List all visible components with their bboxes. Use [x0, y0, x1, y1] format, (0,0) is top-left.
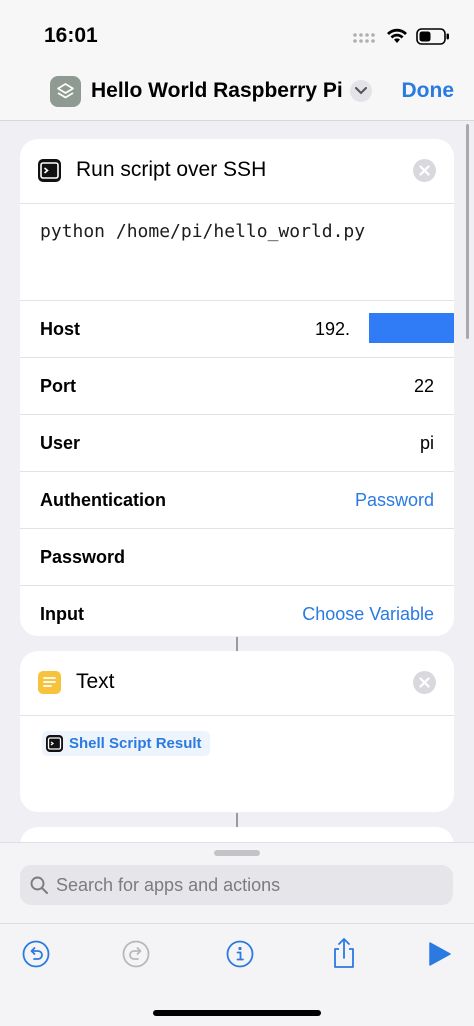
sheet-grabber[interactable] [214, 850, 260, 856]
search-icon [30, 876, 48, 894]
battery-icon [416, 28, 449, 45]
chevron-down-icon [355, 87, 367, 95]
redaction-block [369, 313, 454, 343]
undo-icon[interactable] [22, 940, 50, 968]
field-row-authentication[interactable]: Authentication Password [20, 472, 454, 529]
wifi-icon [387, 28, 407, 43]
status-time: 16:01 [44, 24, 98, 47]
variable-token[interactable]: Shell Script Result [42, 731, 210, 756]
cellular-signal-icon [353, 33, 375, 43]
choose-variable-button[interactable]: Choose Variable [302, 604, 434, 625]
action-header: Text [20, 651, 454, 716]
play-icon[interactable] [426, 941, 454, 969]
home-indicator [153, 1010, 321, 1016]
scroll-indicator[interactable] [466, 124, 469, 339]
title-menu-button[interactable] [350, 80, 372, 102]
field-label: Authentication [40, 490, 166, 510]
user-value[interactable]: pi [420, 433, 434, 454]
editor-toolbar [0, 923, 474, 984]
remove-action-button[interactable] [413, 671, 436, 694]
text-editor[interactable]: Shell Script Result [20, 716, 454, 812]
text-action-card[interactable]: Text Shell Script Result [20, 651, 454, 812]
shortcut-title[interactable]: Hello World Raspberry Pi [91, 79, 343, 103]
close-icon [419, 165, 430, 176]
action-header: Run script over SSH [20, 139, 454, 204]
script-editor[interactable]: python /home/pi/hello_world.py [20, 204, 454, 301]
terminal-icon [38, 159, 61, 182]
field-label: User [40, 433, 81, 453]
field-label: Port [40, 376, 76, 396]
terminal-icon [46, 735, 63, 752]
info-icon[interactable] [226, 940, 254, 968]
field-row-port[interactable]: Port 22 [20, 358, 454, 415]
ssh-action-card[interactable]: Run script over SSH python /home/pi/hell… [20, 139, 454, 636]
field-label: Input [40, 604, 84, 624]
redo-icon[interactable] [122, 940, 150, 968]
close-icon [419, 677, 430, 688]
search-placeholder: Search for apps and actions [56, 875, 281, 895]
authentication-value[interactable]: Password [355, 490, 434, 511]
navigation-bar: Hello World Raspberry Pi Done [0, 70, 474, 121]
done-button[interactable]: Done [402, 79, 455, 103]
remove-action-button[interactable] [413, 159, 436, 182]
share-icon[interactable] [330, 937, 358, 969]
action-title: Text [76, 670, 115, 693]
field-row-user[interactable]: User pi [20, 415, 454, 472]
action-connector [236, 813, 238, 827]
field-row-host[interactable]: Host 192. [20, 301, 454, 358]
text-document-icon [38, 671, 61, 694]
script-text: python /home/pi/hello_world.py [40, 221, 366, 242]
field-row-input[interactable]: Input Choose Variable [20, 586, 454, 636]
shortcut-layers-icon[interactable] [50, 76, 81, 107]
host-value[interactable]: 192. [315, 319, 350, 340]
status-bar: 16:01 [0, 0, 474, 70]
search-input[interactable]: Search for apps and actions [20, 865, 453, 905]
action-connector [236, 637, 238, 651]
token-label: Shell Script Result [69, 735, 202, 752]
field-label: Host [40, 319, 80, 339]
port-value[interactable]: 22 [414, 376, 434, 397]
field-row-password[interactable]: Password [20, 529, 454, 586]
action-search-sheet: Search for apps and actions [0, 842, 474, 1026]
action-title: Run script over SSH [76, 158, 267, 181]
field-label: Password [40, 547, 126, 567]
